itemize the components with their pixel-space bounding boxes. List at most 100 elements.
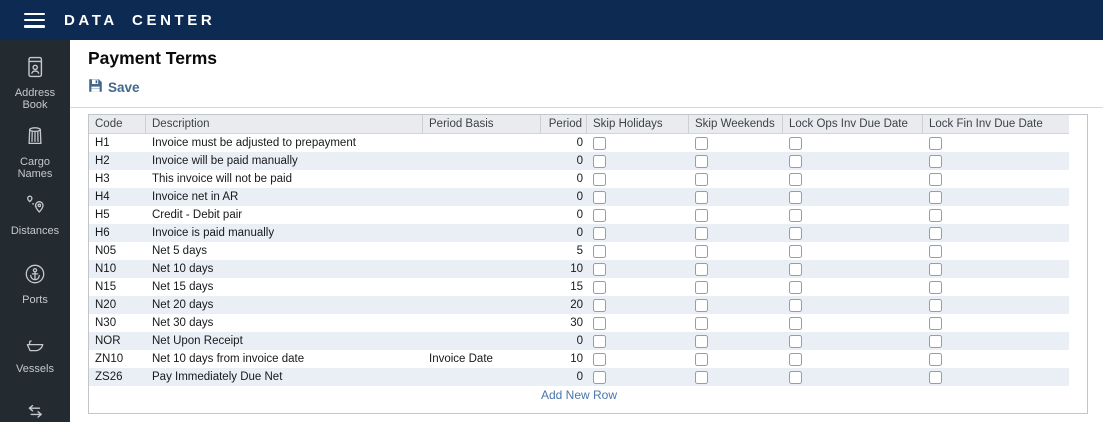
cell-description[interactable]: Net Upon Receipt [146,332,423,350]
cell-code[interactable]: NOR [89,332,146,350]
skip-holidays-checkbox[interactable] [593,317,606,330]
cell-period-basis[interactable] [423,188,541,206]
cell-description[interactable]: This invoice will not be paid [146,170,423,188]
skip-weekends-checkbox[interactable] [695,335,708,348]
lock-fin-inv-due-date-checkbox[interactable] [929,263,942,276]
cell-period-basis[interactable]: Invoice Date [423,350,541,368]
cell-code[interactable]: ZN10 [89,350,146,368]
lock-ops-inv-due-date-checkbox[interactable] [789,353,802,366]
cell-period-basis[interactable] [423,242,541,260]
sidebar-item-vessels[interactable]: Vessels [0,331,70,400]
lock-fin-inv-due-date-checkbox[interactable] [929,299,942,312]
skip-weekends-checkbox[interactable] [695,281,708,294]
column-header-lock-fin-inv-due-date[interactable]: Lock Fin Inv Due Date [923,115,1069,133]
column-header-skip-holidays[interactable]: Skip Holidays [587,115,689,133]
lock-fin-inv-due-date-checkbox[interactable] [929,371,942,384]
lock-fin-inv-due-date-checkbox[interactable] [929,191,942,204]
cell-code[interactable]: N30 [89,314,146,332]
cell-period-basis[interactable] [423,224,541,242]
skip-holidays-checkbox[interactable] [593,281,606,294]
skip-holidays-checkbox[interactable] [593,371,606,384]
cell-period[interactable]: 0 [541,134,587,152]
sidebar-item-exchange[interactable] [0,400,70,422]
column-header-description[interactable]: Description [146,115,423,133]
cell-period-basis[interactable] [423,134,541,152]
skip-holidays-checkbox[interactable] [593,245,606,258]
lock-ops-inv-due-date-checkbox[interactable] [789,245,802,258]
lock-ops-inv-due-date-checkbox[interactable] [789,191,802,204]
cell-description[interactable]: Net 20 days [146,296,423,314]
skip-holidays-checkbox[interactable] [593,155,606,168]
column-header-skip-weekends[interactable]: Skip Weekends [689,115,783,133]
skip-weekends-checkbox[interactable] [695,155,708,168]
lock-ops-inv-due-date-checkbox[interactable] [789,263,802,276]
lock-fin-inv-due-date-checkbox[interactable] [929,335,942,348]
lock-fin-inv-due-date-checkbox[interactable] [929,155,942,168]
cell-description[interactable]: Net 10 days [146,260,423,278]
cell-period-basis[interactable] [423,368,541,386]
cell-description[interactable]: Net 15 days [146,278,423,296]
lock-ops-inv-due-date-checkbox[interactable] [789,227,802,240]
cell-code[interactable]: N10 [89,260,146,278]
cell-period[interactable]: 0 [541,332,587,350]
cell-code[interactable]: H3 [89,170,146,188]
skip-holidays-checkbox[interactable] [593,209,606,222]
skip-holidays-checkbox[interactable] [593,227,606,240]
sidebar-item-distances[interactable]: Distances [0,193,70,262]
cell-description[interactable]: Net 30 days [146,314,423,332]
cell-period[interactable]: 0 [541,224,587,242]
lock-ops-inv-due-date-checkbox[interactable] [789,137,802,150]
skip-weekends-checkbox[interactable] [695,173,708,186]
skip-holidays-checkbox[interactable] [593,173,606,186]
lock-fin-inv-due-date-checkbox[interactable] [929,353,942,366]
sidebar-item-address-book[interactable]: Address Book [0,55,70,124]
cell-period-basis[interactable] [423,296,541,314]
cell-code[interactable]: H5 [89,206,146,224]
lock-fin-inv-due-date-checkbox[interactable] [929,317,942,330]
lock-ops-inv-due-date-checkbox[interactable] [789,281,802,294]
cell-description[interactable]: Pay Immediately Due Net [146,368,423,386]
sidebar-item-cargo-names[interactable]: Cargo Names [0,124,70,193]
cell-period-basis[interactable] [423,170,541,188]
cell-period-basis[interactable] [423,278,541,296]
save-button[interactable]: Save [88,78,140,96]
cell-period[interactable]: 10 [541,350,587,368]
skip-weekends-checkbox[interactable] [695,263,708,276]
lock-ops-inv-due-date-checkbox[interactable] [789,173,802,186]
lock-ops-inv-due-date-checkbox[interactable] [789,371,802,384]
lock-ops-inv-due-date-checkbox[interactable] [789,299,802,312]
add-new-row-button[interactable]: Add New Row [89,386,1069,404]
cell-description[interactable]: Invoice is paid manually [146,224,423,242]
lock-fin-inv-due-date-checkbox[interactable] [929,245,942,258]
skip-weekends-checkbox[interactable] [695,209,708,222]
cell-period-basis[interactable] [423,206,541,224]
cell-description[interactable]: Credit - Debit pair [146,206,423,224]
lock-ops-inv-due-date-checkbox[interactable] [789,335,802,348]
skip-weekends-checkbox[interactable] [695,317,708,330]
cell-period-basis[interactable] [423,332,541,350]
cell-code[interactable]: H1 [89,134,146,152]
cell-code[interactable]: N05 [89,242,146,260]
cell-code[interactable]: H6 [89,224,146,242]
lock-fin-inv-due-date-checkbox[interactable] [929,281,942,294]
lock-ops-inv-due-date-checkbox[interactable] [789,317,802,330]
lock-fin-inv-due-date-checkbox[interactable] [929,209,942,222]
column-header-period-basis[interactable]: Period Basis [423,115,541,133]
column-header-period[interactable]: Period [541,115,587,133]
column-header-lock-ops-inv-due-date[interactable]: Lock Ops Inv Due Date [783,115,923,133]
cell-period-basis[interactable] [423,260,541,278]
cell-description[interactable]: Invoice will be paid manually [146,152,423,170]
hamburger-menu-icon[interactable] [24,13,45,28]
skip-holidays-checkbox[interactable] [593,191,606,204]
cell-period[interactable]: 15 [541,278,587,296]
lock-fin-inv-due-date-checkbox[interactable] [929,227,942,240]
lock-ops-inv-due-date-checkbox[interactable] [789,209,802,222]
skip-holidays-checkbox[interactable] [593,335,606,348]
lock-fin-inv-due-date-checkbox[interactable] [929,173,942,186]
cell-period[interactable]: 0 [541,152,587,170]
cell-description[interactable]: Invoice must be adjusted to prepayment [146,134,423,152]
cell-code[interactable]: N20 [89,296,146,314]
lock-fin-inv-due-date-checkbox[interactable] [929,137,942,150]
skip-holidays-checkbox[interactable] [593,137,606,150]
cell-period[interactable]: 20 [541,296,587,314]
